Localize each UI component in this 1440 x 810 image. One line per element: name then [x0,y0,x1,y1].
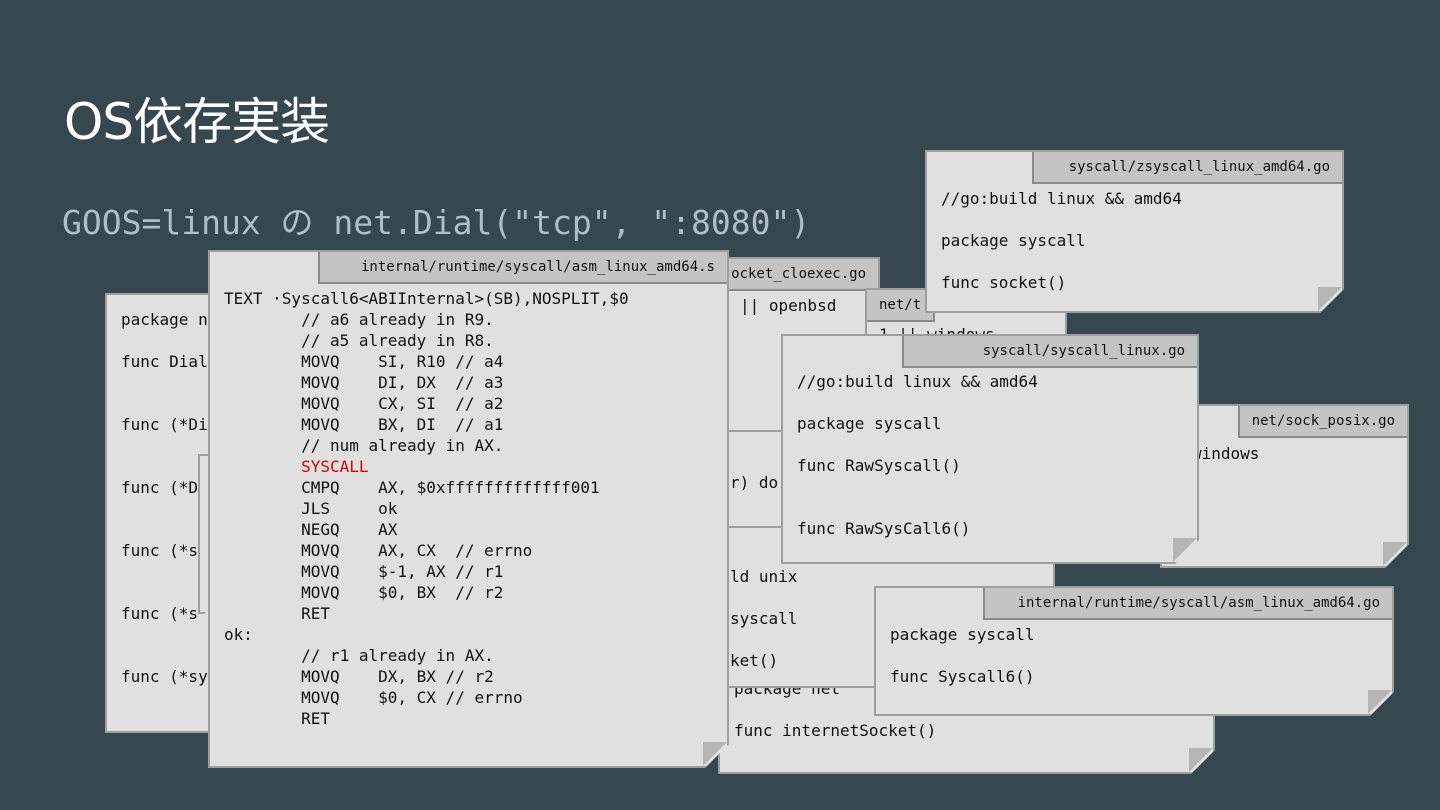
code-line: func RawSyscall() [797,456,961,475]
note-zsyscall: syscall/zsyscall_linux_amd64.go //go:bui… [925,150,1344,313]
code-line: ok: [224,625,253,644]
code-line: MOVQ BX, DI // a1 [224,415,504,434]
note-asm-big-tab: internal/runtime/syscall/asm_linux_amd64… [318,250,729,284]
code-line: r) do [730,473,779,492]
code-line: package syscall [890,625,1035,644]
code-line: ld unix [730,567,798,586]
code-line: CMPQ AX, $0xfffffffffffff001 [224,478,600,497]
code-line: RET [224,709,330,728]
code-line: //go:build linux && amd64 [797,372,1038,391]
note-zsyscall-tab: syscall/zsyscall_linux_amd64.go [1032,150,1344,184]
code-line: func (*sy [121,667,208,686]
note-sock-cloexec-code: || openbsd [740,295,836,316]
code-line: // num already in AX. [224,436,504,455]
code-line: func RawSysCall6() [797,519,971,538]
code-line: func (*D [121,478,199,497]
code-line: MOVQ DX, BX // r2 [224,667,494,686]
note-fold [1189,748,1213,772]
code-line: RET [224,604,330,623]
slide-subtitle: GOOS=linux の net.Dial("tcp", ":8080") [62,203,811,242]
slide-title: OS依存実装 [64,93,330,151]
code-line: MOVQ $0, BX // r2 [224,583,504,602]
code-line: MOVQ DI, DX // a3 [224,373,504,392]
code-line: //go:build linux && amd64 [941,189,1182,208]
code-line: func socket() [941,273,1067,292]
note-dial-code: package n func Dial func (*Di func (*D f… [121,309,208,687]
code-line: ket() [730,651,779,670]
note-sock-posix-code: windows [1192,443,1259,464]
code-line: func Syscall6() [890,667,1035,686]
code-line: MOVQ CX, SI // a2 [224,394,504,413]
code-line: windows [1192,444,1260,463]
note-syscall-linux-tab: syscall/syscall_linux.go [902,334,1199,368]
code-line: // a5 already in R8. [224,331,494,350]
code-line: package syscall [941,231,1086,250]
code-line: package n [121,310,208,329]
note-syscall-linux: syscall/syscall_linux.go //go:build linu… [781,334,1199,564]
code-line: syscall [730,609,798,628]
code-line: TEXT ·Syscall6<ABIInternal>(SB),NOSPLIT,… [224,289,629,308]
code-line: func (*Di [121,415,208,434]
code-line: || openbsd [740,296,837,315]
note-sock-posix-tab: net/sock_posix.go [1238,404,1409,438]
note-asm-small: internal/runtime/syscall/asm_linux_amd64… [874,586,1394,716]
note-asm-small-tab: internal/runtime/syscall/asm_linux_amd64… [983,586,1394,620]
note-net-tcp-tab: net/t [865,288,935,322]
note-syscall-linux-code: //go:build linux && amd64 package syscal… [797,371,1038,539]
code-line: // a6 already in R9. [224,310,494,329]
note-unix-syscall-code: ld unix syscall ket() [730,566,797,671]
code-line: SYSCALL [224,457,369,476]
code-line: package syscall [797,414,942,433]
code-line: MOVQ AX, CX // errno [224,541,533,560]
code-line: // r1 already in AX. [224,646,494,665]
code-line: NEGQ AX [224,520,398,539]
note-fold [1383,542,1407,566]
note-net-mid-code: r) do [730,472,778,493]
note-asm-big: internal/runtime/syscall/asm_linux_amd64… [208,250,729,768]
code-line: func (*s [121,541,199,560]
code-line: func internetSocket() [734,721,937,740]
code-line: func Dial [121,352,208,371]
note-fold [1318,287,1342,311]
note-fold [1368,690,1392,714]
code-line: MOVQ SI, R10 // a4 [224,352,504,371]
code-line: MOVQ $-1, AX // r1 [224,562,504,581]
code-line: MOVQ $0, CX // errno [224,688,523,707]
note-asm-small-code: package syscall func Syscall6() [890,624,1035,687]
note-sock-cloexec-tab: ocket_cloexec.go [717,257,880,291]
note-zsyscall-code: //go:build linux && amd64 package syscal… [941,188,1182,293]
note-asm-big-code: TEXT ·Syscall6<ABIInternal>(SB),NOSPLIT,… [224,288,629,729]
code-line: JLS ok [224,499,398,518]
code-line: func (*s [121,604,199,623]
